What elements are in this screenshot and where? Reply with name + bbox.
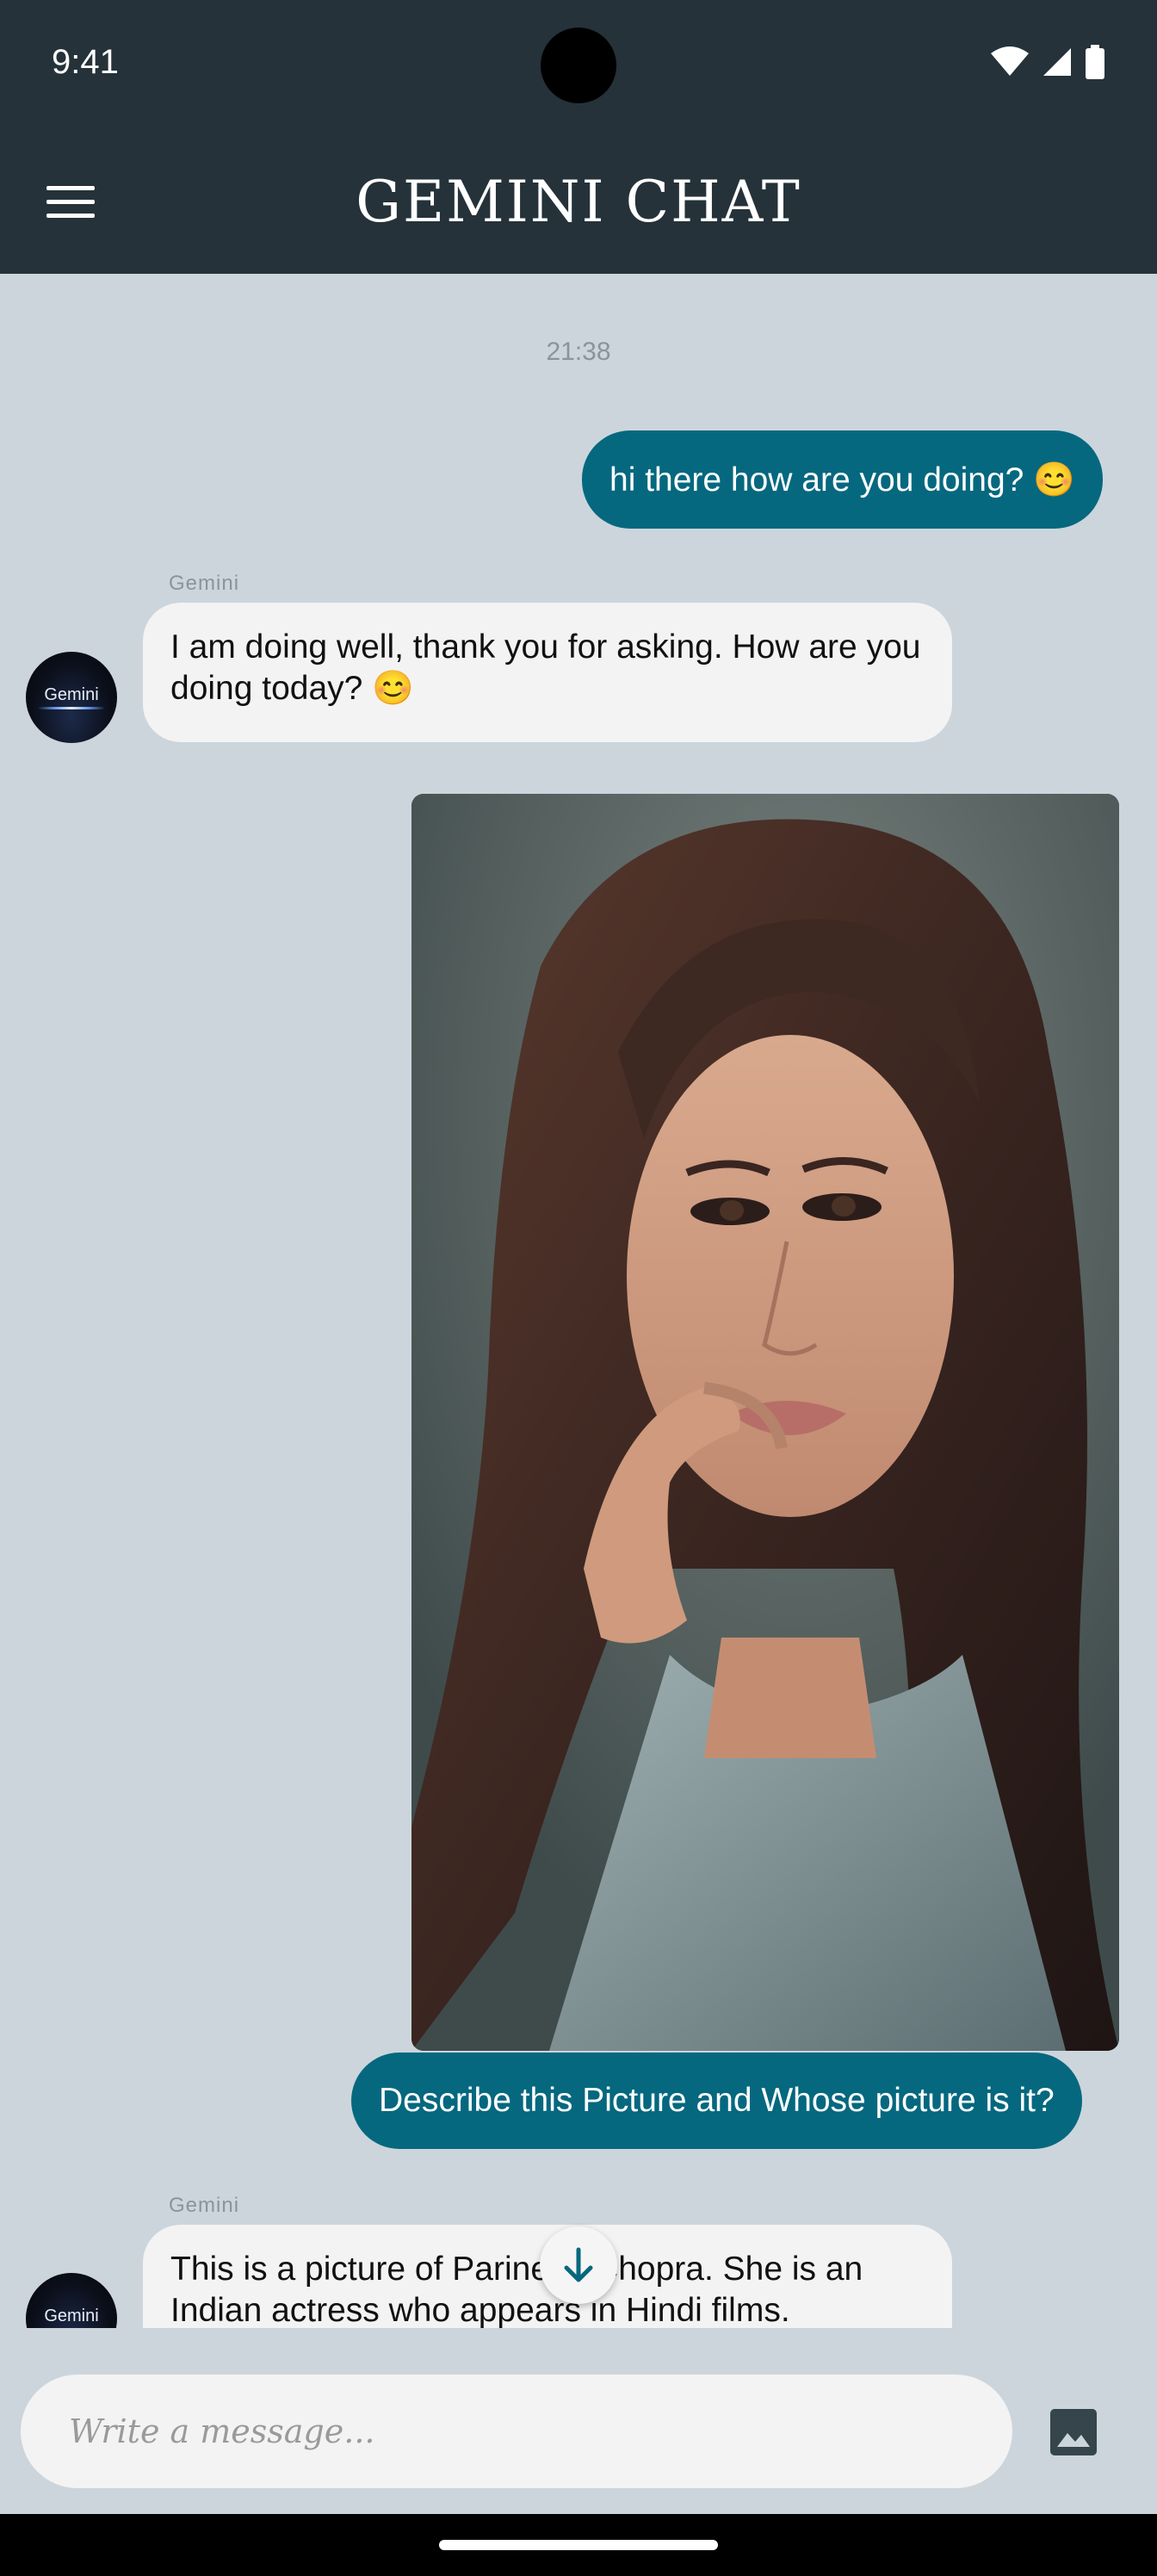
message-input-container[interactable]: [21, 2375, 1012, 2488]
avatar-label: Gemini: [44, 2306, 99, 2325]
sender-label: Gemini: [169, 572, 240, 595]
app-bar: 9:41 GEMINI CHAT: [0, 0, 1157, 274]
app-title: GEMINI CHAT: [356, 169, 801, 235]
sent-photo[interactable]: [411, 794, 1119, 2051]
user-message-text: hi there how are you doing? 😊: [609, 461, 1075, 498]
wifi-icon: [991, 46, 1029, 76]
user-message-text: Describe this Picture and Whose picture …: [379, 2082, 1055, 2119]
user-message-bubble: Describe this Picture and Whose picture …: [351, 2053, 1082, 2149]
gemini-avatar: Gemini: [26, 2273, 117, 2328]
camera-cutout: [541, 28, 616, 103]
bot-message-text: I am doing well, thank you for asking. H…: [170, 629, 921, 707]
user-message-bubble: hi there how are you doing? 😊: [582, 430, 1103, 529]
scroll-to-bottom-button[interactable]: [540, 2226, 617, 2304]
battery-icon: [1086, 45, 1104, 79]
phone-screen: 9:41 GEMINI CHAT 21:38 hi there how are …: [0, 0, 1157, 2576]
system-navigation-bar: [0, 2514, 1157, 2576]
bot-message-bubble: I am doing well, thank you for asking. H…: [143, 603, 952, 742]
cell-signal-icon: [1043, 48, 1071, 76]
woman-portrait-photo: [411, 794, 1119, 2051]
status-icons: [990, 45, 1105, 79]
avatar-label: Gemini: [44, 684, 99, 704]
home-gesture-handle[interactable]: [439, 2540, 718, 2550]
gemini-avatar: Gemini: [26, 652, 117, 743]
message-input[interactable]: [67, 2412, 1012, 2451]
image-icon[interactable]: [1049, 2407, 1098, 2457]
status-time: 9:41: [52, 43, 119, 81]
arrow-down-icon: [564, 2247, 593, 2282]
sender-label: Gemini: [169, 2194, 240, 2217]
bot-message-text: This is a picture of Parineeti Chopra. S…: [170, 2251, 863, 2328]
chat-timestamp: 21:38: [546, 337, 611, 366]
